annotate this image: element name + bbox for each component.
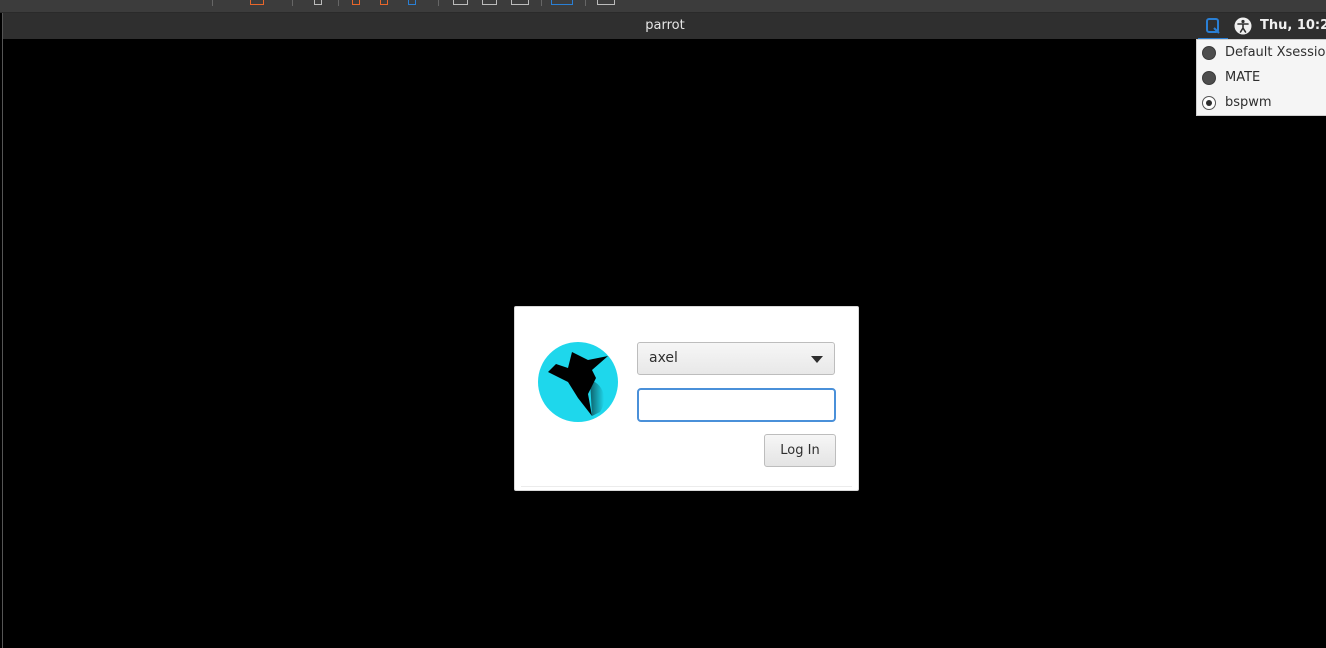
session-menu: Default Xsession MATE bspwm [1196, 39, 1326, 116]
accessibility-button[interactable] [1233, 16, 1253, 36]
vm-screen: parrot Thu, 10:2 Default Xsession MATE b… [2, 13, 1326, 648]
greeter-top-panel: parrot Thu, 10:2 [3, 13, 1326, 40]
session-menu-button[interactable] [1198, 14, 1228, 40]
toolbar-unity-icon[interactable] [551, 0, 573, 5]
radio-unchecked-icon [1202, 70, 1216, 85]
session-item-mate[interactable]: MATE [1197, 65, 1326, 90]
parrot-logo-icon [538, 342, 618, 422]
toolbar-arrow-icon[interactable] [314, 0, 322, 5]
toolbar-view-icon[interactable] [453, 0, 468, 5]
radio-unchecked-icon [1202, 45, 1216, 60]
session-item-bspwm[interactable]: bspwm [1197, 90, 1326, 115]
toolbar-window-icon[interactable] [597, 0, 615, 5]
user-select[interactable]: axel [637, 342, 835, 375]
host-toolbar [0, 0, 1326, 13]
panel-clock[interactable]: Thu, 10:2 [1260, 18, 1326, 33]
radio-checked-icon [1202, 95, 1216, 110]
dialog-divider [521, 486, 852, 487]
toolbar-stop-icon[interactable] [250, 0, 264, 5]
toolbar-manage-icon[interactable] [408, 0, 416, 5]
hostname-label: parrot [645, 18, 685, 33]
login-dialog: axel Log In [514, 306, 859, 491]
toolbar-separator [292, 0, 293, 6]
session-item-label: Default Xsession [1225, 45, 1326, 60]
toolbar-fullscreen-icon[interactable] [511, 0, 529, 5]
toolbar-revert-icon[interactable] [380, 0, 388, 5]
toolbar-snapshot-icon[interactable] [352, 0, 360, 5]
toolbar-separator [438, 0, 439, 6]
toolbar-separator [585, 0, 586, 6]
toolbar-console-icon[interactable] [482, 0, 497, 5]
chevron-down-icon [811, 356, 823, 363]
toolbar-separator [541, 0, 542, 6]
user-select-value: axel [649, 350, 678, 366]
login-button[interactable]: Log In [764, 434, 836, 467]
session-item-default-xsession[interactable]: Default Xsession [1197, 40, 1326, 65]
session-item-label: bspwm [1225, 95, 1272, 110]
password-input[interactable] [637, 388, 836, 422]
toolbar-separator [212, 0, 213, 6]
session-icon [1206, 18, 1220, 34]
session-item-label: MATE [1225, 70, 1261, 85]
toolbar-separator [338, 0, 339, 6]
accessibility-icon [1234, 17, 1252, 35]
